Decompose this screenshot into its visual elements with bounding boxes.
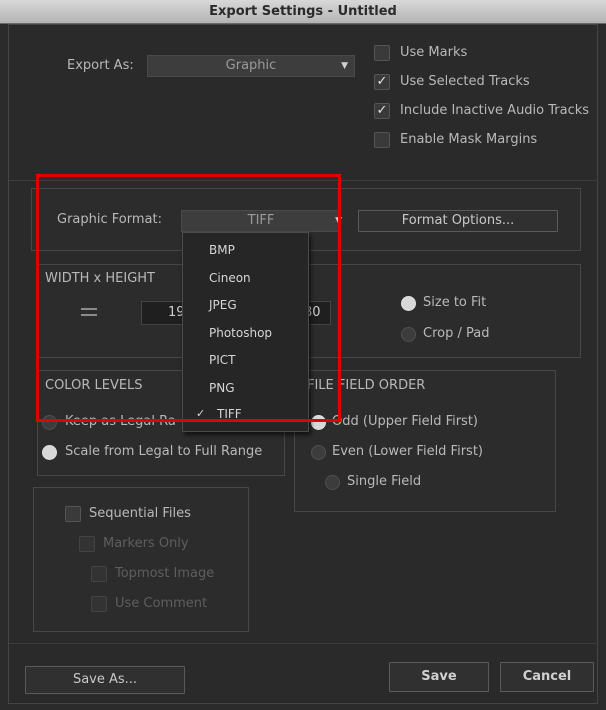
include-inactive-audio-checkbox[interactable]: ✓ (374, 103, 390, 119)
crop-pad-radio[interactable] (401, 327, 416, 342)
topmost-image-checkbox[interactable] (91, 566, 107, 582)
single-field-label: Single Field (347, 474, 422, 489)
odd-field-label: Odd (Upper Field First) (332, 414, 479, 429)
export-as-label: Export As: (67, 58, 134, 73)
check-icon: ✓ (376, 74, 388, 89)
check-icon: ✓ (376, 103, 388, 118)
crop-pad-label: Crop / Pad (423, 326, 490, 341)
cancel-button[interactable]: Cancel (500, 662, 594, 692)
enable-mask-margins-checkbox[interactable] (374, 132, 390, 148)
export-as-dropdown[interactable]: Graphic ▼ (147, 55, 355, 77)
sequential-files-checkbox[interactable] (65, 506, 81, 522)
markers-only-checkbox[interactable] (79, 536, 95, 552)
include-inactive-audio-label: Include Inactive Audio Tracks (400, 103, 590, 118)
even-field-radio[interactable] (311, 445, 326, 460)
highlight-box (36, 174, 341, 422)
dropdown-arrow-icon: ▼ (341, 61, 348, 71)
scale-full-range-label: Scale from Legal to Full Range (65, 444, 263, 459)
size-to-fit-radio[interactable] (401, 296, 416, 311)
export-settings-window: Export As: Graphic ▼ Use Marks ✓ Use Sel… (8, 24, 598, 704)
use-selected-tracks-checkbox[interactable]: ✓ (374, 74, 390, 90)
sequential-files-label: Sequential Files (89, 506, 191, 521)
use-marks-checkbox[interactable] (374, 45, 390, 61)
enable-mask-margins-label: Enable Mask Margins (400, 132, 538, 147)
markers-only-label: Markers Only (103, 536, 189, 551)
even-field-label: Even (Lower Field First) (332, 444, 483, 459)
scale-full-range-radio[interactable] (42, 445, 57, 460)
format-options-button[interactable]: Format Options... (358, 210, 558, 232)
single-field-radio[interactable] (325, 475, 340, 490)
size-to-fit-label: Size to Fit (423, 295, 487, 310)
topmost-image-label: Topmost Image (115, 566, 215, 581)
use-selected-tracks-label: Use Selected Tracks (400, 74, 530, 89)
save-button[interactable]: Save (389, 662, 489, 692)
use-marks-label: Use Marks (400, 45, 468, 60)
export-as-value: Graphic (225, 58, 277, 73)
footer-divider (9, 643, 597, 644)
window-title: Export Settings - Untitled (0, 0, 606, 24)
use-comment-checkbox[interactable] (91, 596, 107, 612)
save-as-button[interactable]: Save As... (25, 666, 185, 694)
use-comment-label: Use Comment (115, 596, 208, 611)
